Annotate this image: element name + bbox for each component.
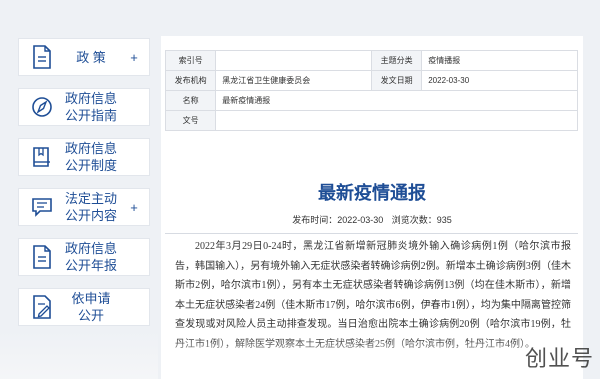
nav-item-guide[interactable]: 政府信息 公开指南 — [18, 88, 150, 126]
table-row: 索引号 主题分类 疫情播报 — [164, 50, 578, 71]
nav-label: 政府信息 公开制度 — [64, 141, 117, 173]
name-value: 最新疫情通报 — [215, 90, 578, 111]
name-label: 名称 — [164, 90, 217, 111]
publish-time-label: 发布时间： — [292, 215, 338, 225]
nav-label: 依申请 公开 — [71, 291, 111, 323]
form-edit-icon — [33, 295, 51, 319]
expand-plus-icon[interactable]: + — [129, 200, 139, 215]
compass-icon — [32, 97, 52, 117]
watermark-logo: 创业号 — [524, 346, 594, 371]
org-label: 发布机构 — [164, 70, 217, 91]
bottom-fade — [161, 336, 583, 379]
publish-time: 发布时间：2022-03-30 — [292, 215, 383, 225]
page-title: 最新疫情通报 — [318, 183, 426, 203]
nav-item-policy[interactable]: 政 策 + — [18, 38, 150, 76]
chat-list-icon — [32, 198, 52, 217]
nav-label: 政府信息 公开指南 — [64, 91, 117, 123]
nav-item-system[interactable]: 政府信息 公开制度 — [18, 138, 150, 176]
docno-label: 文号 — [164, 110, 217, 131]
nav-label: 政府信息 公开年报 — [64, 241, 117, 273]
nav-label: 政 策 — [76, 49, 106, 65]
divider — [165, 233, 578, 234]
article-panel: 索引号 主题分类 疫情播报 发布机构 黑龙江省卫生健康委员会 发文日期 2022… — [161, 36, 583, 379]
date-label: 发文日期 — [370, 70, 423, 91]
views-value: 935 — [436, 215, 452, 225]
date-value: 2022-03-30 — [421, 70, 578, 91]
document-icon — [33, 45, 51, 69]
org-value: 黑龙江省卫生健康委员会 — [215, 70, 372, 91]
index-label: 索引号 — [164, 50, 217, 71]
sidebar-fade — [0, 330, 158, 379]
nav-item-application[interactable]: 依申请 公开 — [18, 288, 150, 326]
docno-value — [215, 110, 578, 131]
table-row: 名称 最新疫情通报 — [164, 90, 578, 111]
publish-info: 发布时间：2022-03-30 浏览次数：935 — [161, 213, 583, 226]
nav-label: 法定主动 公开内容 — [64, 191, 117, 223]
book-icon — [33, 147, 50, 167]
category-label: 主题分类 — [370, 50, 423, 71]
views-label: 浏览次数： — [391, 215, 437, 225]
publish-time-value: 2022-03-30 — [337, 215, 384, 225]
table-row: 文号 — [164, 110, 578, 131]
report-icon — [33, 245, 51, 269]
category-value: 疫情播报 — [421, 50, 578, 71]
index-value — [215, 50, 372, 71]
view-count: 浏览次数：935 — [392, 215, 452, 225]
table-row: 发布机构 黑龙江省卫生健康委员会 发文日期 2022-03-30 — [164, 70, 578, 91]
nav-item-active-disclosure[interactable]: 法定主动 公开内容 + — [18, 188, 150, 226]
expand-plus-icon[interactable]: + — [129, 50, 139, 65]
nav-item-annual-report[interactable]: 政府信息 公开年报 — [18, 238, 150, 276]
metadata-table: 索引号 主题分类 疫情播报 发布机构 黑龙江省卫生健康委员会 发文日期 2022… — [164, 50, 578, 131]
sidebar: 政 策 + 政府信息 公开指南 政府信息 公开制度 法定主动 公开内容 + 政府… — [0, 0, 158, 379]
